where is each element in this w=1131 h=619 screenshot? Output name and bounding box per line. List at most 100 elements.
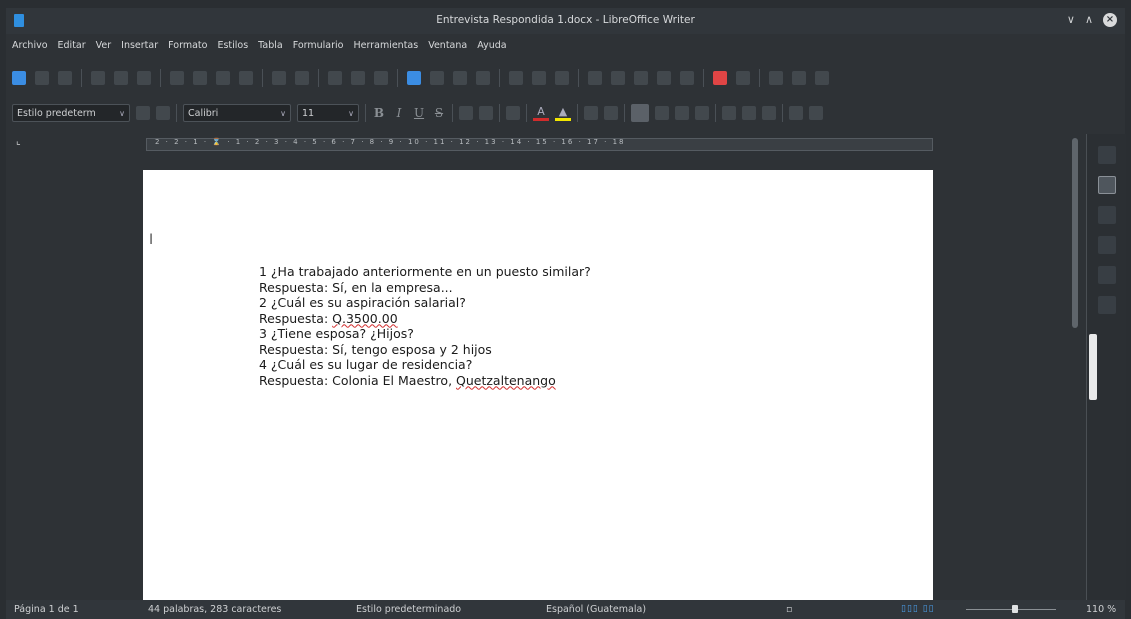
subscript-icon[interactable]: [479, 106, 493, 120]
insert-field-icon[interactable]: [532, 71, 546, 85]
insert-textbox-icon[interactable]: [476, 71, 490, 85]
menu-ayuda[interactable]: Ayuda: [477, 40, 506, 51]
gallery-icon[interactable]: [1097, 266, 1116, 284]
spelling-icon[interactable]: [351, 71, 365, 85]
footnote-icon[interactable]: [611, 71, 625, 85]
word-count[interactable]: 44 palabras, 283 caracteres: [148, 604, 281, 615]
document-body[interactable]: 1 ¿Ha trabajado anteriormente en un pues…: [259, 264, 591, 388]
menu-ventana[interactable]: Ventana: [428, 40, 467, 51]
italic-icon[interactable]: I: [392, 106, 406, 120]
minimize-icon[interactable]: ∨: [1067, 13, 1075, 27]
toolbar-separator: [703, 69, 704, 87]
menu-editar[interactable]: Editar: [58, 40, 86, 51]
insert-table-icon[interactable]: [407, 71, 421, 85]
zoom-slider[interactable]: [966, 609, 1056, 610]
decrease-indent-icon[interactable]: [809, 106, 823, 120]
document-modified-icon: ▫: [786, 604, 793, 615]
clone-formatting-icon[interactable]: [239, 71, 253, 85]
horizontal-ruler[interactable]: 2 · 2 · 1 · ⌛ · 1 · 2 · 3 · 4 · 5 · 6 · …: [146, 138, 933, 151]
page-style[interactable]: Estilo predeterminado: [356, 604, 461, 615]
cross-reference-icon[interactable]: [680, 71, 694, 85]
undo-icon[interactable]: [272, 71, 286, 85]
font-name-select[interactable]: Calibri ∨: [183, 104, 291, 122]
print-preview-icon[interactable]: [137, 71, 151, 85]
page-break-icon[interactable]: [509, 71, 523, 85]
spelling-error-mark[interactable]: Q.3500.00: [332, 311, 398, 326]
text-language[interactable]: Español (Guatemala): [546, 604, 646, 615]
menu-formato[interactable]: Formato: [168, 40, 207, 51]
page-icon[interactable]: [1097, 206, 1116, 224]
formatting-marks-icon[interactable]: [374, 71, 388, 85]
view-layout-icon[interactable]: ▯▯▯ ▯▯: [901, 604, 935, 614]
maximize-icon[interactable]: ∧: [1085, 13, 1093, 27]
menu-estilos[interactable]: Estilos: [217, 40, 248, 51]
zoom-level[interactable]: 110 %: [1086, 604, 1116, 615]
new-style-icon[interactable]: [156, 106, 170, 120]
toolbar-separator: [578, 69, 579, 87]
paste-icon[interactable]: [216, 71, 230, 85]
basic-shapes-icon[interactable]: [792, 71, 806, 85]
vertical-scrollbar[interactable]: [1072, 138, 1080, 600]
print-icon[interactable]: [114, 71, 128, 85]
scrollbar-thumb[interactable]: [1072, 138, 1078, 328]
bookmark-icon[interactable]: [657, 71, 671, 85]
tab-stop-type-icon[interactable]: ⌞: [16, 136, 21, 147]
export-pdf-icon[interactable]: [91, 71, 105, 85]
new-document-icon[interactable]: [12, 71, 26, 85]
font-size-select[interactable]: 11 ∨: [297, 104, 359, 122]
increase-paragraph-spacing-icon[interactable]: [742, 106, 756, 120]
menu-tabla[interactable]: Tabla: [258, 40, 283, 51]
decrease-paragraph-spacing-icon[interactable]: [762, 106, 776, 120]
underline-icon[interactable]: U: [412, 106, 426, 120]
cut-icon[interactable]: [170, 71, 184, 85]
strikethrough-icon[interactable]: S: [432, 106, 446, 120]
zoom-slider-knob[interactable]: [1012, 605, 1018, 613]
superscript-icon[interactable]: [459, 106, 473, 120]
spelling-error-mark[interactable]: Quetzaltenango: [456, 373, 556, 388]
find-replace-icon[interactable]: [328, 71, 342, 85]
sidebar-collapse-handle[interactable]: [1089, 334, 1097, 400]
page-count[interactable]: Página 1 de 1: [14, 604, 79, 615]
special-character-icon[interactable]: [555, 71, 569, 85]
font-color-icon[interactable]: A: [533, 105, 549, 121]
redo-icon[interactable]: [295, 71, 309, 85]
open-icon[interactable]: [35, 71, 49, 85]
sidebar-menu-icon[interactable]: [1097, 146, 1116, 164]
line-spacing-icon[interactable]: [722, 106, 736, 120]
endnote-icon[interactable]: [634, 71, 648, 85]
menu-insertar[interactable]: Insertar: [121, 40, 158, 51]
paragraph-style-select[interactable]: Estilo predeterm ∨: [12, 104, 130, 122]
copy-icon[interactable]: [193, 71, 207, 85]
align-center-icon[interactable]: [655, 106, 669, 120]
clear-formatting-icon[interactable]: [506, 106, 520, 120]
bold-icon[interactable]: B: [372, 106, 386, 120]
increase-indent-icon[interactable]: [789, 106, 803, 120]
justify-icon[interactable]: [695, 106, 709, 120]
toolbar-separator: [365, 104, 366, 122]
bullet-list-icon[interactable]: [584, 106, 598, 120]
update-style-icon[interactable]: [136, 106, 150, 120]
highlight-color-icon[interactable]: ▲: [555, 105, 571, 121]
insert-line-icon[interactable]: [769, 71, 783, 85]
align-right-icon[interactable]: [675, 106, 689, 120]
insert-image-icon[interactable]: [430, 71, 444, 85]
menu-ver[interactable]: Ver: [96, 40, 112, 51]
numbered-list-icon[interactable]: [604, 106, 618, 120]
document-page[interactable]: I 1 ¿Ha trabajado anteriormente en un pu…: [143, 170, 933, 610]
save-icon[interactable]: [58, 71, 72, 85]
toolbar-separator: [577, 104, 578, 122]
track-changes-icon[interactable]: [736, 71, 750, 85]
properties-icon[interactable]: [1097, 176, 1116, 194]
styles-icon[interactable]: [1097, 236, 1116, 254]
close-icon[interactable]: ×: [1103, 13, 1117, 27]
font-color-bar: [533, 118, 549, 121]
comment-icon[interactable]: [713, 71, 727, 85]
draw-functions-icon[interactable]: [815, 71, 829, 85]
menu-herramientas[interactable]: Herramientas: [353, 40, 418, 51]
navigator-icon[interactable]: [1097, 296, 1116, 314]
menu-formulario[interactable]: Formulario: [293, 40, 344, 51]
align-left-icon[interactable]: [631, 104, 649, 122]
insert-chart-icon[interactable]: [453, 71, 467, 85]
menu-archivo[interactable]: Archivo: [12, 40, 48, 51]
hyperlink-icon[interactable]: [588, 71, 602, 85]
